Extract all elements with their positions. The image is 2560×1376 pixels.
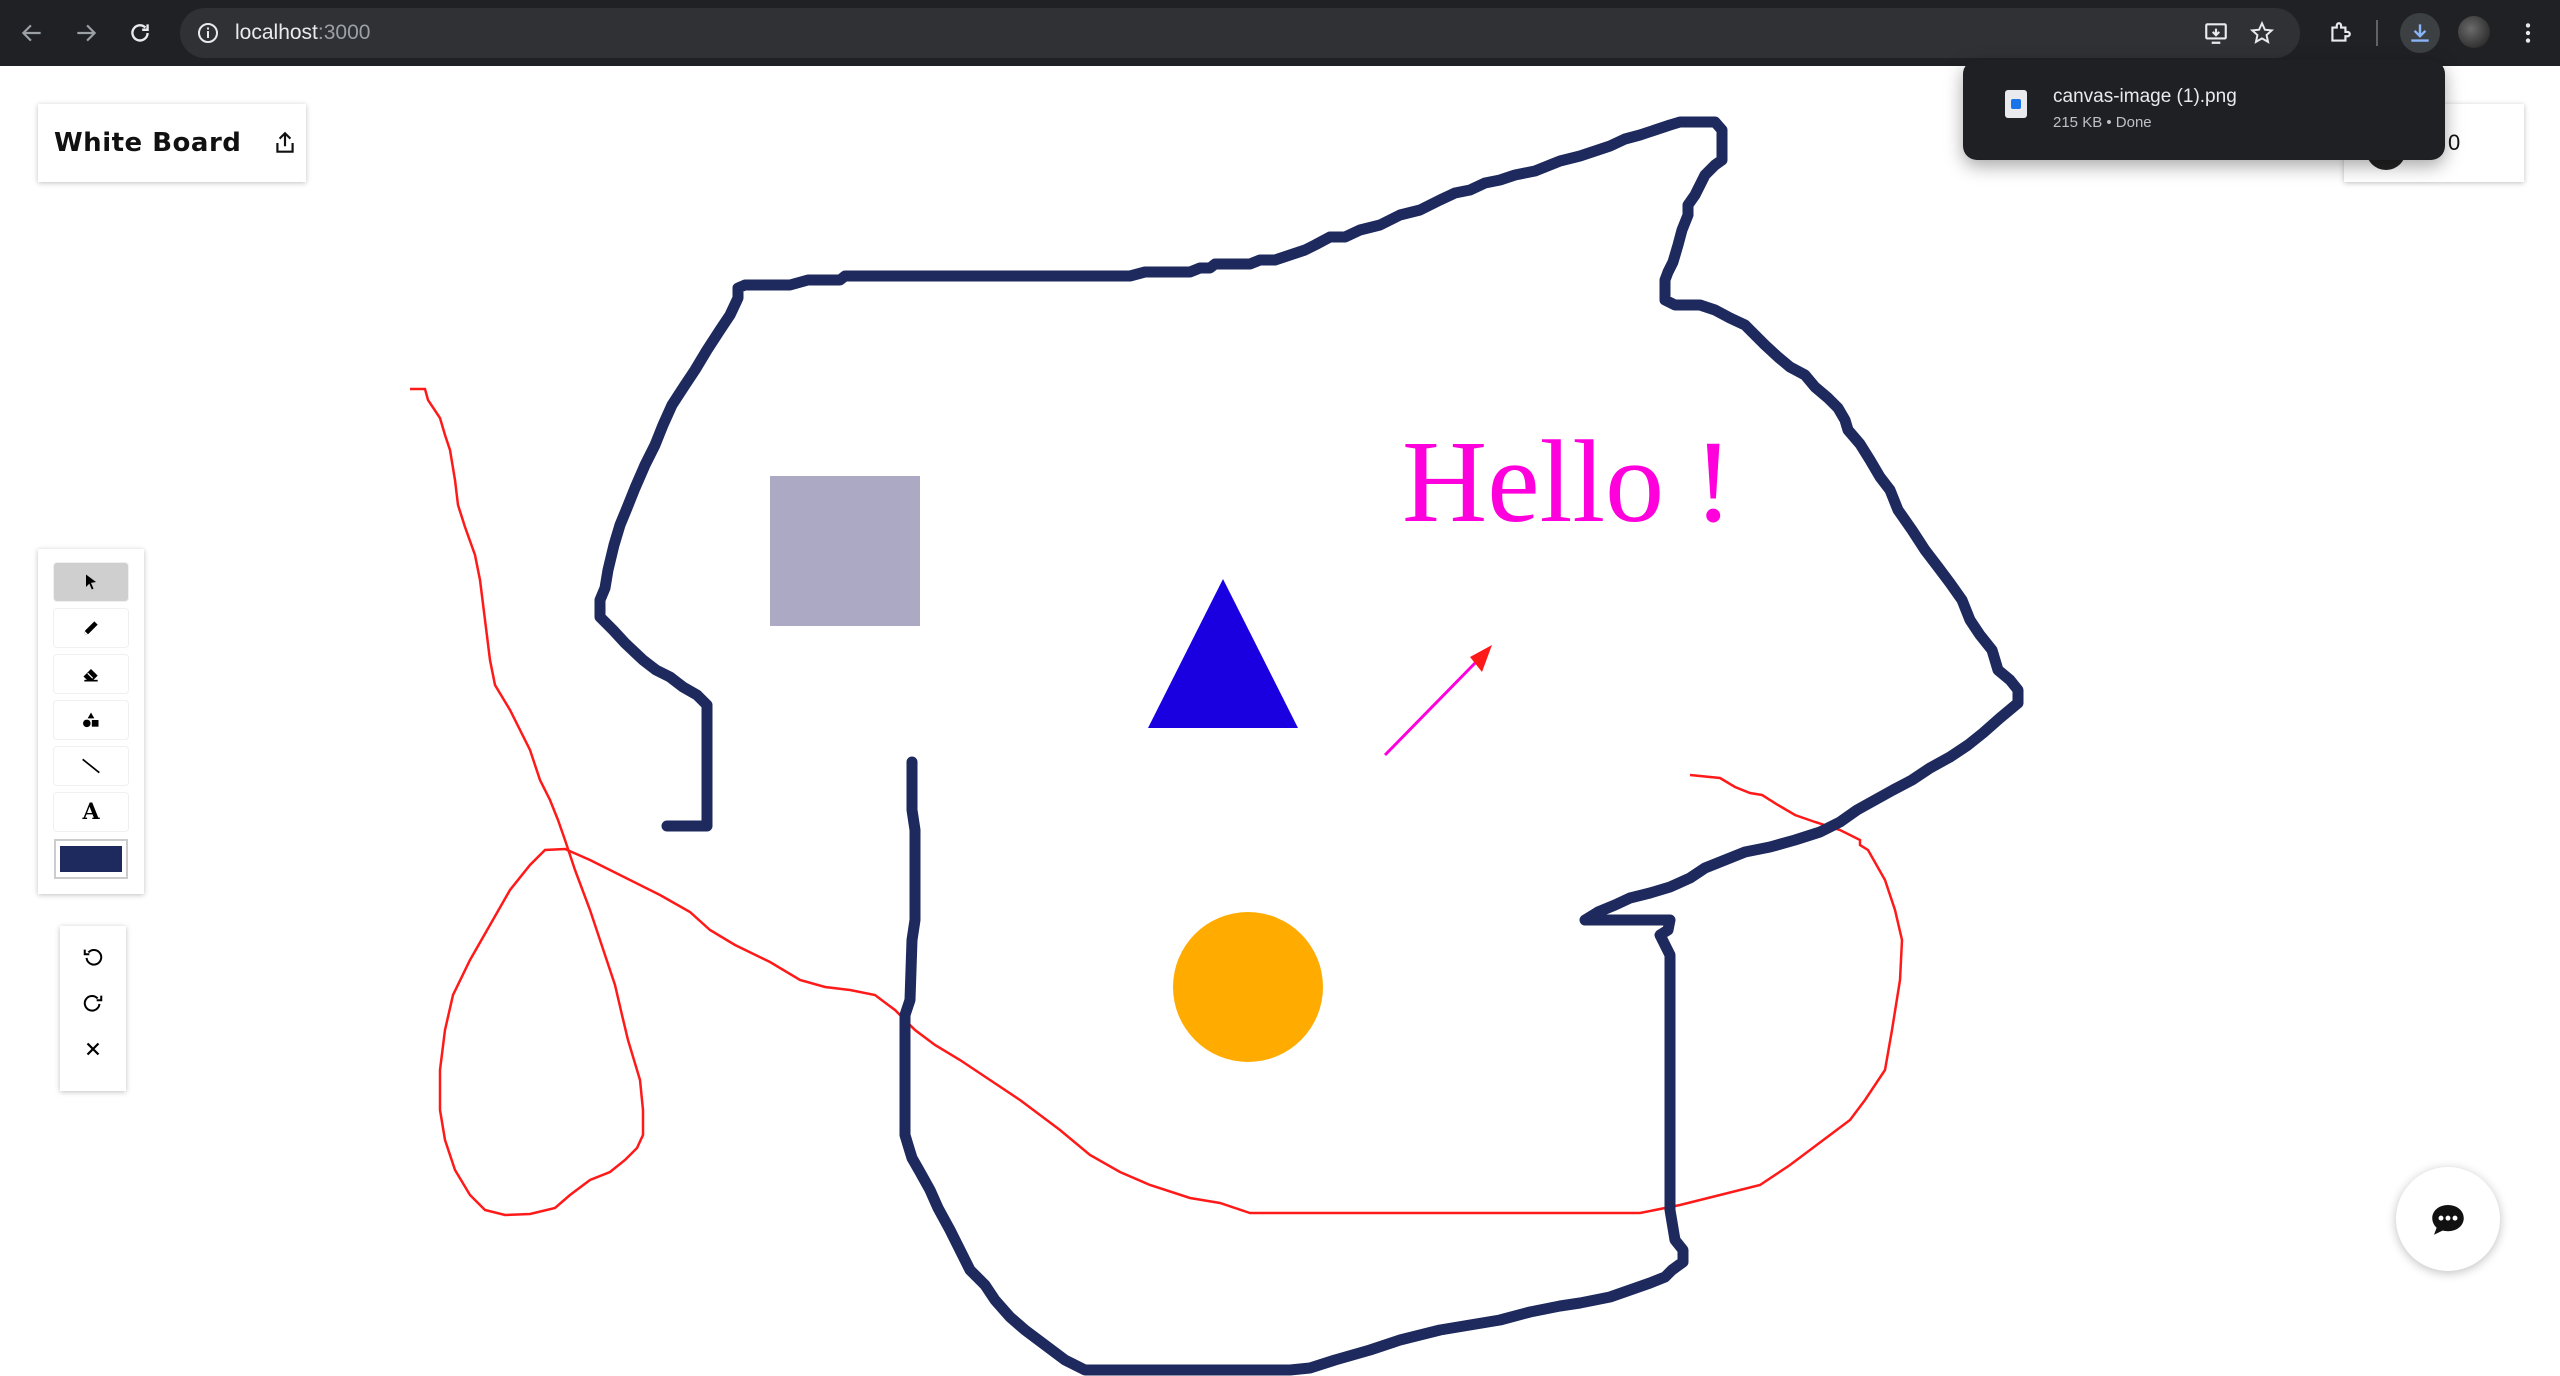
download-icon: [2411, 24, 2429, 42]
install-app-button[interactable]: [2196, 13, 2236, 53]
tool-line[interactable]: [54, 747, 128, 785]
redo-icon: [83, 994, 103, 1012]
triangle-shape[interactable]: [1148, 579, 1298, 728]
share-button[interactable]: [268, 126, 302, 160]
download-bubble[interactable]: canvas-image (1).png 215 KB • Done: [1963, 60, 2445, 160]
downloads-button[interactable]: [2400, 13, 2440, 53]
download-file-name[interactable]: canvas-image (1).png: [2053, 86, 2237, 108]
pencil-icon: [84, 621, 98, 635]
circle-shape[interactable]: [1173, 912, 1323, 1062]
history-controls: [60, 926, 126, 1091]
tool-text[interactable]: A: [54, 793, 128, 831]
arrow-right-icon: [77, 24, 97, 42]
redo-button[interactable]: [69, 984, 117, 1022]
color-picker[interactable]: [54, 839, 128, 879]
canvas-text[interactable]: Hello !: [1402, 416, 1733, 547]
board-title-card: White Board: [38, 104, 306, 182]
toolbar-divider: [2376, 20, 2378, 46]
profile-avatar[interactable]: [2458, 16, 2490, 48]
bookmark-button[interactable]: [2242, 13, 2282, 53]
clear-icon: [86, 1042, 100, 1056]
tool-eraser[interactable]: [54, 655, 128, 693]
eraser-icon: [83, 669, 98, 682]
board-title: White Board: [54, 128, 242, 158]
kebab-menu-icon: [2525, 23, 2531, 43]
address-bar[interactable]: localhost:3000: [180, 8, 2300, 58]
arrow-left-icon: [21, 24, 41, 42]
whiteboard-canvas[interactable]: Hello !: [0, 66, 2560, 1376]
download-status: 215 KB • Done: [2053, 114, 2152, 131]
clear-button[interactable]: [69, 1030, 117, 1068]
square-shape[interactable]: [770, 476, 920, 626]
undo-button[interactable]: [69, 938, 117, 976]
user-count: 0: [2448, 130, 2461, 155]
url-host: localhost: [235, 21, 318, 44]
select-icon: [86, 574, 96, 590]
browser-toolbar: localhost:3000: [0, 0, 2560, 66]
reload-icon: [131, 24, 149, 42]
freehand-stroke-navy: [594, 116, 2024, 1376]
back-button[interactable]: [12, 13, 52, 53]
install-icon: [2205, 23, 2227, 44]
tool-pencil[interactable]: [54, 609, 128, 647]
browser-menu-button[interactable]: [2508, 13, 2548, 53]
site-info-icon[interactable]: [196, 21, 220, 45]
arrow-head: [1470, 645, 1492, 672]
forward-button[interactable]: [66, 13, 106, 53]
extensions-button[interactable]: [2320, 13, 2360, 53]
undo-icon: [83, 948, 103, 966]
tool-shapes[interactable]: [54, 701, 128, 739]
url-port: :3000: [317, 21, 371, 44]
share-icon: [276, 131, 294, 153]
color-picker-swatch: [60, 846, 122, 872]
reload-button[interactable]: [120, 13, 160, 53]
text-icon: A: [82, 799, 100, 825]
url-text[interactable]: localhost:3000: [235, 21, 370, 45]
line-icon: [82, 758, 100, 774]
tool-select[interactable]: [54, 563, 128, 601]
chat-icon: [2432, 1205, 2464, 1235]
image-file-icon: [2005, 90, 2027, 118]
puzzle-icon: [2331, 22, 2351, 42]
shapes-icon: [83, 712, 99, 728]
star-icon: [2249, 20, 2275, 44]
arrow-line[interactable]: [1383, 658, 1480, 757]
chat-button[interactable]: [2396, 1167, 2500, 1271]
tool-palette: A: [38, 549, 144, 894]
